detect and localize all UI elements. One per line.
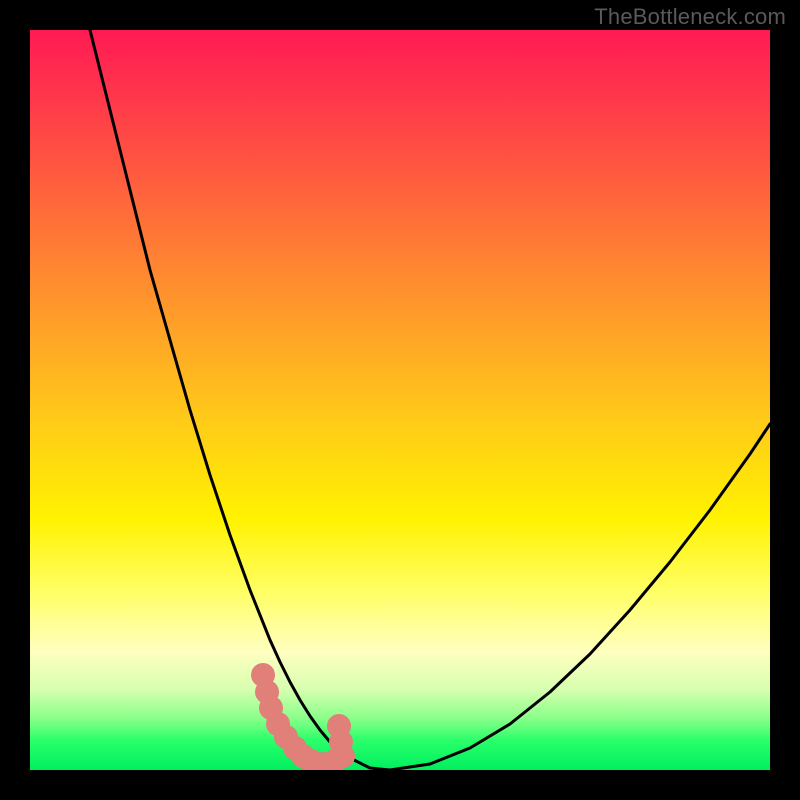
chart-frame: TheBottleneck.com: [0, 0, 800, 800]
curve-series: [90, 30, 770, 770]
highlight-dot: [327, 714, 351, 738]
curve-path: [90, 30, 770, 770]
plot-area: [30, 30, 770, 770]
highlight-dots: [251, 663, 355, 770]
chart-svg: [30, 30, 770, 770]
watermark-text: TheBottleneck.com: [594, 4, 786, 30]
